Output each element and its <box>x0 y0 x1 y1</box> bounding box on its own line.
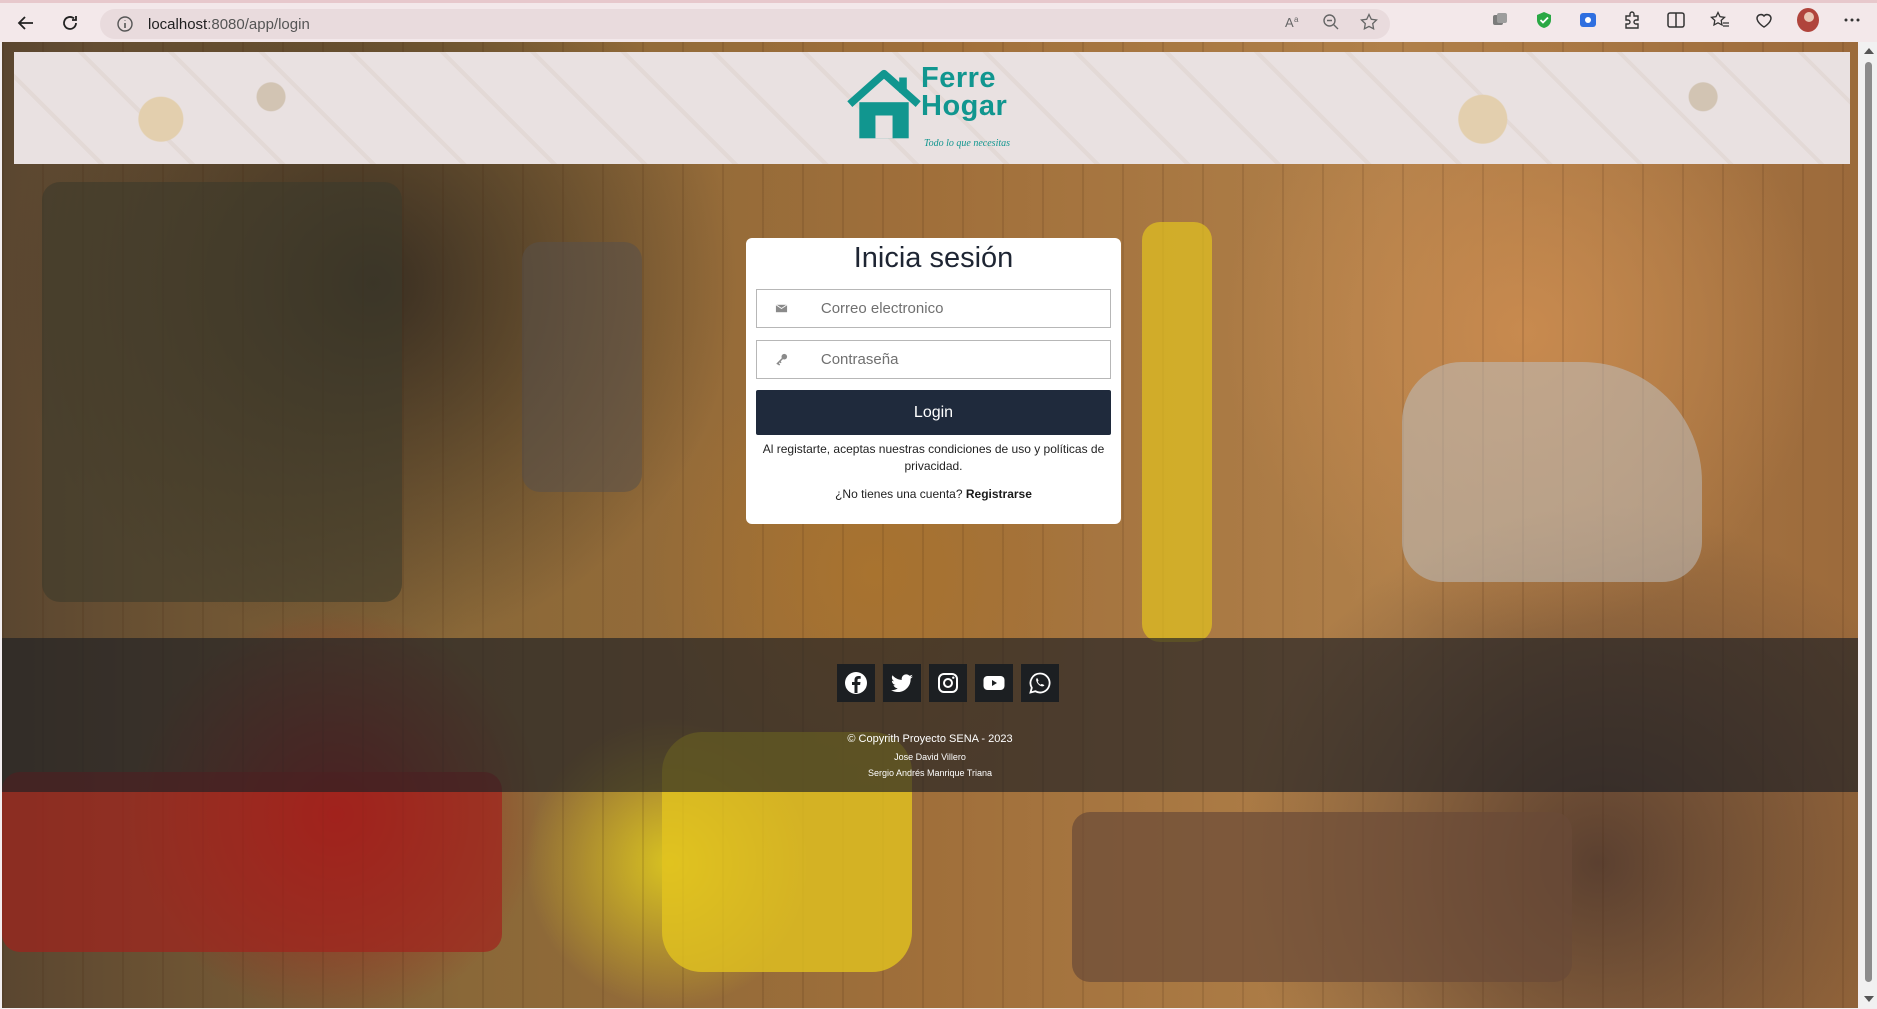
youtube-link[interactable] <box>975 664 1013 702</box>
info-icon[interactable] <box>116 15 134 33</box>
logo-line-1: Ferre <box>921 62 997 94</box>
shield-extension-button[interactable] <box>1533 9 1555 31</box>
profile-avatar <box>1797 8 1819 32</box>
ferre-hogar-logo[interactable]: Ferre Hogar Todo lo que necesitas <box>846 62 1026 154</box>
background-bolt-cutter <box>2 772 502 952</box>
shield-extension-icon <box>1537 12 1551 28</box>
collections-button[interactable] <box>1489 9 1511 31</box>
screen-cast-icon <box>1580 13 1596 27</box>
facebook-icon <box>845 672 867 694</box>
twitter-icon <box>891 674 913 693</box>
youtube-icon <box>983 676 1005 690</box>
envelope-icon <box>757 302 807 315</box>
extensions-icon <box>1625 11 1639 29</box>
page-viewport: Ferre Hogar Todo lo que necesitas Inicia… <box>2 42 1858 1008</box>
url-host: localhost <box>148 15 208 33</box>
svg-text:a: a <box>1294 15 1299 24</box>
split-screen-button[interactable] <box>1665 9 1687 31</box>
url-path: :8080/app/login <box>207 15 310 33</box>
author-name: Jose David Villero <box>894 752 966 762</box>
scroll-up-arrow[interactable] <box>1864 48 1874 54</box>
favorites-button[interactable] <box>1709 9 1731 31</box>
logo-tagline: Todo lo que necesitas <box>924 138 1011 149</box>
whatsapp-link[interactable] <box>1021 664 1059 702</box>
favorites-icon <box>1710 10 1729 27</box>
background-tool-belt <box>42 182 402 602</box>
favorite-star-icon[interactable] <box>1360 13 1378 31</box>
house-icon <box>847 69 921 139</box>
author-name: Sergio Andrés Manrique Triana <box>867 768 993 778</box>
scroll-down-arrow[interactable] <box>1864 996 1874 1002</box>
svg-text:A: A <box>1285 15 1294 30</box>
copyright-text: © Copyrith Proyecto SENA - 2023 <box>847 733 1013 745</box>
read-aloud-icon[interactable]: Aa <box>1284 13 1302 31</box>
scrollbar-thumb[interactable] <box>1865 62 1872 982</box>
extensions-button[interactable] <box>1621 9 1643 31</box>
login-title: Inicia sesión <box>853 242 1014 274</box>
background-screwdriver <box>1142 222 1212 642</box>
zoom-out-icon[interactable] <box>1322 13 1340 31</box>
facebook-link[interactable] <box>837 664 875 702</box>
back-button[interactable] <box>8 8 44 38</box>
vertical-scrollbar[interactable] <box>1860 42 1877 1008</box>
performance-button[interactable] <box>1753 9 1775 31</box>
site-footer: © Copyrith Proyecto SENA - 2023 Jose Dav… <box>2 638 1858 792</box>
social-links <box>837 664 1059 702</box>
twitter-link[interactable] <box>883 664 921 702</box>
register-prompt: ¿No tienes una cuenta? Registrarse <box>756 487 1111 501</box>
background-hammer <box>1402 362 1702 582</box>
no-account-text: ¿No tienes una cuenta? <box>835 487 963 501</box>
email-input[interactable] <box>820 300 1110 317</box>
whatsapp-icon <box>1029 672 1051 694</box>
performance-icon <box>1756 13 1772 28</box>
refresh-icon <box>63 15 77 30</box>
background-gloves <box>1072 812 1572 982</box>
split-screen-icon <box>1667 12 1685 28</box>
email-field[interactable] <box>756 289 1111 328</box>
more-button[interactable] <box>1841 9 1863 31</box>
terms-text: Al registarte, aceptas nuestras condicio… <box>762 442 1105 473</box>
register-link[interactable]: Registrarse <box>966 487 1032 501</box>
instagram-icon <box>938 673 958 693</box>
profile-button[interactable] <box>1797 8 1819 32</box>
collections-icon <box>1493 13 1507 25</box>
browser-toolbar: localhost:8080/app/login Aa <box>0 0 1877 42</box>
back-icon <box>17 15 33 30</box>
address-bar[interactable]: localhost:8080/app/login Aa <box>100 9 1390 39</box>
site-header: Ferre Hogar Todo lo que necesitas <box>14 52 1850 164</box>
password-field[interactable] <box>756 340 1111 379</box>
refresh-button[interactable] <box>52 8 88 38</box>
more-icon <box>1844 18 1860 22</box>
key-icon <box>757 353 807 366</box>
login-button[interactable]: Login <box>756 390 1111 435</box>
login-card: Inicia sesión Login Al registarte, acept… <box>746 238 1121 524</box>
logo-wordmark: Ferre Hogar <box>921 62 1008 122</box>
logo-line-2: Hogar <box>921 90 1008 122</box>
password-input[interactable] <box>820 351 1110 368</box>
background-pliers <box>522 242 642 492</box>
instagram-link[interactable] <box>929 664 967 702</box>
screen-cast-button[interactable] <box>1577 9 1599 31</box>
